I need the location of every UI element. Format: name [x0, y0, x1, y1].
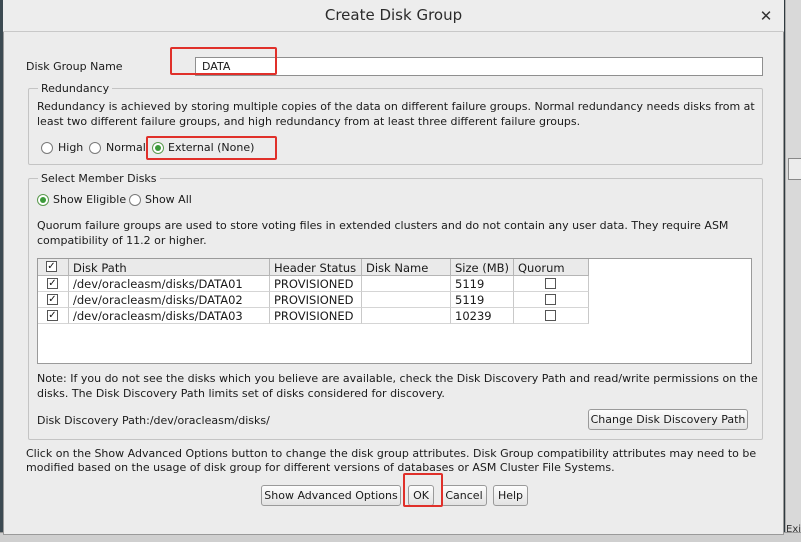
- redundancy-high-radio[interactable]: [41, 142, 53, 154]
- disk-path-cell: /dev/oracleasm/disks/DATA01: [69, 276, 270, 292]
- quorum-info-2: compatibility of 11.2 or higher.: [37, 234, 207, 247]
- size-cell: 5119: [451, 292, 514, 308]
- annotation-highlight-name: [170, 47, 277, 75]
- annotation-highlight-external: [146, 136, 277, 160]
- size-cell: 5119: [451, 276, 514, 292]
- redundancy-normal-radio[interactable]: [89, 142, 101, 154]
- background-window-scroll: [785, 0, 801, 541]
- redundancy-legend: Redundancy: [38, 82, 113, 95]
- quorum-checkbox[interactable]: [545, 294, 556, 305]
- size-cell: 10239: [451, 308, 514, 324]
- disk-name-cell[interactable]: [362, 276, 451, 292]
- close-icon[interactable]: ✕: [756, 6, 776, 26]
- annotation-highlight-ok: [403, 473, 443, 507]
- disk-path-cell: /dev/oracleasm/disks/DATA03: [69, 308, 270, 324]
- table-row[interactable]: ✓: [38, 308, 69, 324]
- disk-name-cell[interactable]: [362, 308, 451, 324]
- header-status-cell: PROVISIONED: [270, 276, 362, 292]
- column-header-size[interactable]: Size (MB): [451, 259, 514, 276]
- column-header-disk-path[interactable]: Disk Path: [69, 259, 270, 276]
- row-select-checkbox[interactable]: ✓: [47, 278, 58, 289]
- quorum-cell: [514, 308, 589, 324]
- redundancy-description-2: least two different failure groups, and …: [37, 115, 581, 128]
- column-header-disk-name[interactable]: Disk Name: [362, 259, 451, 276]
- cancel-button[interactable]: Cancel: [441, 485, 487, 506]
- show-eligible-radio[interactable]: [37, 194, 49, 206]
- quorum-checkbox[interactable]: [545, 310, 556, 321]
- row-select-checkbox[interactable]: ✓: [47, 310, 58, 321]
- redundancy-description-1: Redundancy is achieved by storing multip…: [37, 100, 755, 113]
- member-disks-legend: Select Member Disks: [38, 172, 160, 185]
- quorum-info-1: Quorum failure groups are used to store …: [37, 219, 729, 232]
- discovery-note-2: disks. The Disk Discovery Path limits se…: [37, 387, 445, 400]
- select-all-checkbox[interactable]: ✓: [46, 261, 57, 272]
- column-header-select[interactable]: ✓: [38, 259, 69, 276]
- quorum-checkbox[interactable]: [545, 278, 556, 289]
- advanced-info-2: modified based on the usage of disk grou…: [26, 461, 615, 474]
- discovery-note-1: Note: If you do not see the disks which …: [37, 372, 758, 385]
- show-all-radio[interactable]: [129, 194, 141, 206]
- column-header-header-status[interactable]: Header Status: [270, 259, 362, 276]
- table-row[interactable]: ✓: [38, 276, 69, 292]
- header-status-cell: PROVISIONED: [270, 308, 362, 324]
- disk-name-cell[interactable]: [362, 292, 451, 308]
- dialog-title: Create Disk Group: [324, 6, 463, 24]
- quorum-cell: [514, 276, 589, 292]
- disk-path-cell: /dev/oracleasm/disks/DATA02: [69, 292, 270, 308]
- quorum-cell: [514, 292, 589, 308]
- show-eligible-label[interactable]: Show Eligible: [53, 193, 126, 206]
- header-status-cell: PROVISIONED: [270, 292, 362, 308]
- row-select-checkbox[interactable]: ✓: [47, 294, 58, 305]
- column-header-quorum[interactable]: Quorum: [514, 259, 589, 276]
- background-exit-label: Exit: [786, 524, 801, 535]
- show-advanced-options-button[interactable]: Show Advanced Options: [261, 485, 401, 506]
- table-row[interactable]: ✓: [38, 292, 69, 308]
- redundancy-high-label[interactable]: High: [58, 141, 83, 154]
- help-button[interactable]: Help: [493, 485, 528, 506]
- change-discovery-path-button[interactable]: Change Disk Discovery Path: [588, 409, 748, 430]
- advanced-info-1: Click on the Show Advanced Options butto…: [26, 447, 757, 460]
- redundancy-normal-label[interactable]: Normal: [106, 141, 146, 154]
- background-control: [788, 158, 801, 180]
- show-all-label[interactable]: Show All: [145, 193, 192, 206]
- disk-group-name-input[interactable]: DATA: [195, 57, 763, 76]
- disk-group-name-label: Disk Group Name: [26, 60, 123, 73]
- discovery-path-label: Disk Discovery Path:/dev/oracleasm/disks…: [37, 414, 270, 427]
